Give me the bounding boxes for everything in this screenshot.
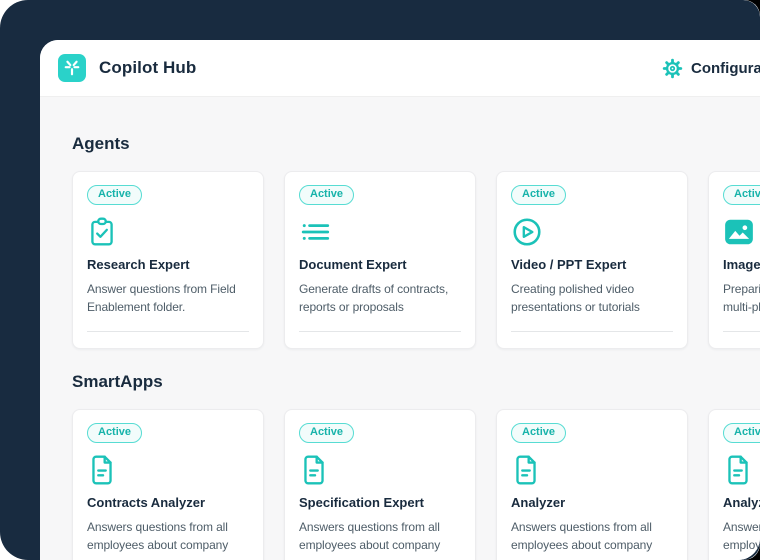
- smartapp-card-specification-expert[interactable]: Active Specification Expert Answers ques…: [284, 409, 476, 560]
- card-title: Document Expert: [299, 257, 461, 272]
- card-description: Answers questions from all employees abo…: [87, 518, 249, 560]
- card-description: Generate drafts of contracts, reports or…: [299, 280, 461, 316]
- status-badge: Active: [87, 185, 142, 205]
- agent-card-research-expert[interactable]: Active Research Expert Answer questions …: [72, 171, 264, 349]
- page-title: Copilot Hub: [99, 58, 196, 78]
- configuration-button[interactable]: Configuration: [662, 40, 760, 96]
- agent-card-image-expert[interactable]: Active Image Expert Preparing multi-plat…: [708, 171, 760, 349]
- status-badge: Active: [511, 185, 566, 205]
- document-icon: [723, 454, 760, 486]
- card-divider: [723, 331, 760, 332]
- card-title: Research Expert: [87, 257, 249, 272]
- list-icon: [299, 216, 461, 248]
- smartapp-card-contracts-analyzer[interactable]: Active Contracts Analyzer Answers questi…: [72, 409, 264, 560]
- agents-card-row: Active Research Expert Answer questions …: [72, 171, 760, 349]
- document-icon: [511, 454, 673, 486]
- content-area: Agents Active Research Expert Answer que…: [40, 97, 760, 560]
- agent-card-document-expert[interactable]: Active Document Expert Generate drafts o…: [284, 171, 476, 349]
- card-description: Answers questions from all employees abo…: [723, 518, 760, 560]
- card-title: Specification Expert: [299, 495, 461, 510]
- image-icon: [723, 216, 760, 248]
- gear-icon: [662, 58, 683, 79]
- card-description: Preparing multi-platform: [723, 280, 760, 316]
- configuration-label: Configuration: [691, 60, 760, 77]
- status-badge: Active: [87, 423, 142, 443]
- card-description: Creating polished video presentations or…: [511, 280, 673, 316]
- copilot-hub-logo: [58, 54, 86, 82]
- card-divider: [87, 331, 249, 332]
- smartapp-card-analyzer-2[interactable]: Active Analyzer Answers questions from a…: [708, 409, 760, 560]
- document-icon: [299, 454, 461, 486]
- card-title: Image Expert: [723, 257, 760, 272]
- status-badge: Active: [511, 423, 566, 443]
- status-badge: Active: [299, 423, 354, 443]
- section-heading-smartapps: SmartApps: [72, 371, 760, 393]
- page-canvas: Copilot Hub: [0, 0, 760, 560]
- spark-icon: [62, 58, 82, 78]
- clipboard-check-icon: [87, 216, 249, 248]
- card-description: Answers questions from all employees abo…: [299, 518, 461, 560]
- smartapp-card-analyzer[interactable]: Active Analyzer Answers questions from a…: [496, 409, 688, 560]
- app-header: Copilot Hub: [40, 40, 760, 97]
- smartapps-card-row: Active Contracts Analyzer Answers questi…: [72, 409, 760, 560]
- section-heading-agents: Agents: [72, 133, 760, 155]
- status-badge: Active: [723, 185, 760, 205]
- card-title: Video / PPT Expert: [511, 257, 673, 272]
- copilot-hub-window: Copilot Hub: [40, 40, 760, 560]
- card-description: Answers questions from all employees abo…: [511, 518, 673, 560]
- card-description: Answer questions from Field Enablement f…: [87, 280, 249, 316]
- card-title: Contracts Analyzer: [87, 495, 249, 510]
- document-icon: [87, 454, 249, 486]
- card-title: Analyzer: [723, 495, 760, 510]
- card-title: Analyzer: [511, 495, 673, 510]
- status-badge: Active: [723, 423, 760, 443]
- agent-card-video-ppt-expert[interactable]: Active Video / PPT Expert Creating polis…: [496, 171, 688, 349]
- status-badge: Active: [299, 185, 354, 205]
- card-divider: [511, 331, 673, 332]
- play-circle-icon: [511, 216, 673, 248]
- card-divider: [299, 331, 461, 332]
